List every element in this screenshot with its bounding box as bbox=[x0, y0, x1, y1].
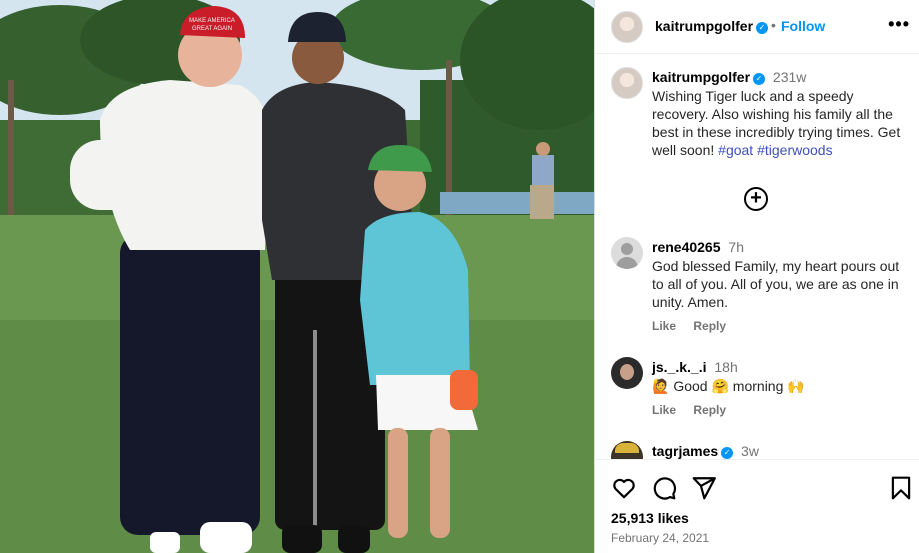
post-date[interactable]: February 24, 2021 bbox=[611, 531, 709, 545]
comment-icon[interactable] bbox=[651, 475, 677, 501]
author-avatar[interactable] bbox=[611, 11, 643, 43]
photo-illustration: MAKE AMERICA GREAT AGAIN bbox=[0, 0, 594, 553]
verified-badge-icon: ✓ bbox=[756, 22, 769, 34]
caption-time[interactable]: 231w bbox=[773, 69, 806, 85]
author-username-row[interactable]: kaitrumpgolfer ✓ bbox=[655, 18, 769, 34]
load-more-comments-icon[interactable]: + bbox=[744, 187, 768, 211]
comment-username[interactable]: rene40265 bbox=[652, 239, 721, 255]
comment-text: God blessed Family, my heart pours out t… bbox=[652, 258, 900, 310]
like-comment-button[interactable]: Like bbox=[652, 319, 676, 333]
verified-badge-icon: ✓ bbox=[753, 73, 766, 85]
hashtag-tigerwoods[interactable]: #tigerwoods bbox=[757, 142, 833, 158]
emoji-raising-hand: 🙋 bbox=[652, 378, 670, 394]
comment-time[interactable]: 3w bbox=[741, 443, 759, 459]
share-icon[interactable] bbox=[691, 475, 717, 501]
emoji-raised-hands: 🙌 bbox=[787, 378, 805, 394]
comment-actions: Like Reply bbox=[652, 319, 910, 333]
comment-word-morning: morning bbox=[732, 378, 784, 394]
comment-avatar[interactable] bbox=[611, 441, 643, 459]
emoji-hugging: 🤗 bbox=[711, 378, 729, 394]
author-username[interactable]: kaitrumpgolfer bbox=[655, 18, 753, 34]
verified-badge-icon: ✓ bbox=[721, 447, 734, 459]
comment-username[interactable]: tagrjames bbox=[652, 443, 718, 459]
reply-comment-button[interactable]: Reply bbox=[693, 403, 726, 417]
bookmark-icon[interactable] bbox=[888, 475, 914, 501]
header-separator: • bbox=[771, 17, 776, 33]
caption-username[interactable]: kaitrumpgolfer bbox=[652, 69, 750, 85]
hashtag-goat[interactable]: #goat bbox=[718, 142, 753, 158]
comment-avatar[interactable] bbox=[611, 357, 643, 389]
post-sidebar: kaitrumpgolfer ✓ • Follow ••• kaitrumpgol… bbox=[594, 0, 919, 553]
caption-avatar[interactable] bbox=[611, 67, 643, 99]
reply-comment-button[interactable]: Reply bbox=[693, 319, 726, 333]
heart-icon[interactable] bbox=[611, 475, 637, 501]
post-photo[interactable]: MAKE AMERICA GREAT AGAIN bbox=[0, 0, 594, 553]
comment-word-good: Good bbox=[673, 378, 708, 394]
follow-button[interactable]: Follow bbox=[781, 18, 825, 34]
comments-panel[interactable]: kaitrumpgolfer ✓ 231w Wishing Tiger luck … bbox=[595, 55, 919, 459]
post-footer: 25,913 likes February 24, 2021 bbox=[595, 459, 919, 553]
comment-actions: Like Reply bbox=[652, 403, 910, 417]
hat-text-1: MAKE AMERICA bbox=[189, 18, 235, 24]
comment-avatar[interactable] bbox=[611, 237, 643, 269]
hat-text-2: GREAT AGAIN bbox=[192, 26, 232, 32]
comment-time[interactable]: 7h bbox=[728, 239, 744, 255]
like-comment-button[interactable]: Like bbox=[652, 403, 676, 417]
likes-count[interactable]: 25,913 likes bbox=[611, 510, 689, 526]
comment-time[interactable]: 18h bbox=[714, 359, 737, 375]
more-options-icon[interactable]: ••• bbox=[888, 14, 910, 35]
comment-username[interactable]: js._.k._.i bbox=[652, 359, 706, 375]
post-header: kaitrumpgolfer ✓ • Follow ••• bbox=[595, 0, 919, 54]
